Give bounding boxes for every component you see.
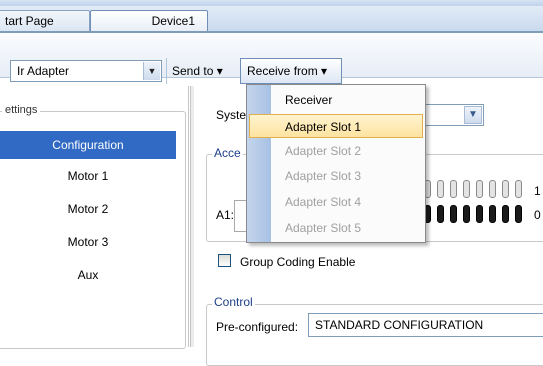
send-to-label: Send to [172,64,214,78]
bit-toggle[interactable] [502,180,509,198]
bit-row-0-label: 0 [534,208,541,222]
document-tab-bar: tart Page Device1 [0,6,543,33]
access-group-label: Acce [212,146,243,160]
system-select[interactable]: ▼ [420,104,484,126]
bit-row-1-label: 1 [534,184,541,198]
menu-item-adapter-slot-4: Adapter Slot 4 [285,195,362,209]
toolbar-separator [166,58,167,84]
bit-row-0 [420,205,530,223]
control-group-label: Control [212,295,255,309]
adapter-select[interactable]: Ir Adapter ▼ [10,60,162,82]
dropdown-arrow-icon: ▾ [321,64,328,78]
bit-toggle[interactable] [515,180,522,198]
bit-toggle[interactable] [463,180,470,198]
bit-row-1 [420,180,530,198]
a1-label: A1: [216,208,235,222]
tab-device1[interactable]: Device1 [90,10,208,31]
menu-item-adapter-slot-3: Adapter Slot 3 [285,169,362,183]
chevron-down-icon[interactable]: ▼ [464,106,482,124]
dropdown-arrow-icon: ▾ [216,64,223,78]
bit-toggle[interactable] [476,180,483,198]
nav-item-configuration[interactable]: Configuration [0,131,176,159]
bit-toggle[interactable] [476,205,483,223]
bit-toggle[interactable] [450,205,457,223]
bit-toggle[interactable] [489,180,496,198]
menu-item-receiver[interactable]: Receiver [247,88,425,112]
nav-item-motor-2[interactable]: Motor 2 [0,202,176,216]
settings-group-label: ettings [2,104,41,116]
menu-item-adapter-slot-5: Adapter Slot 5 [285,221,362,235]
bit-toggle[interactable] [489,205,496,223]
chevron-down-icon[interactable]: ▼ [143,62,160,80]
group-coding-checkbox[interactable] [218,254,231,267]
receive-from-button[interactable]: Receive from ▾ [240,58,342,84]
bit-toggle[interactable] [437,180,444,198]
nav-item-motor-1[interactable]: Motor 1 [0,169,176,183]
nav-item-aux[interactable]: Aux [0,268,176,282]
bit-toggle[interactable] [502,205,509,223]
bit-toggle[interactable] [463,205,470,223]
bit-toggle[interactable] [515,205,522,223]
preconfigured-label: Pre-configured: [216,320,299,334]
tab-start-page[interactable]: tart Page [0,10,90,31]
menu-item-adapter-slot-1[interactable]: Adapter Slot 1 [249,114,423,138]
adapter-select-value: Ir Adapter [17,64,70,78]
group-coding-label: Group Coding Enable [240,255,356,269]
send-to-button[interactable]: Send to ▾ [172,60,223,82]
preconfigured-field[interactable]: STANDARD CONFIGURATION [308,313,543,337]
system-label: Syste [216,108,247,122]
nav-item-motor-3[interactable]: Motor 3 [0,235,176,249]
receive-from-label: Receive from [247,64,318,78]
menu-item-adapter-slot-2: Adapter Slot 2 [285,144,362,158]
bit-toggle[interactable] [450,180,457,198]
bit-toggle[interactable] [437,205,444,223]
